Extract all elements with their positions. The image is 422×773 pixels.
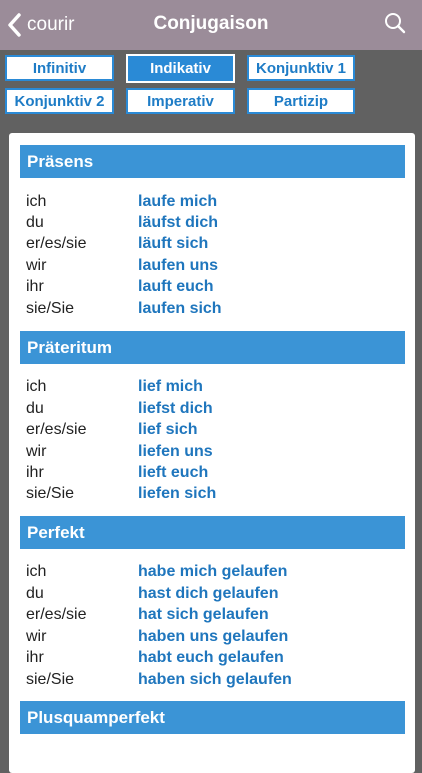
section-header-prateritum: Präteritum — [20, 331, 405, 364]
pronoun: du — [26, 399, 44, 417]
tab-konjunktiv-1[interactable]: Konjunktiv 1 — [247, 55, 355, 81]
section-header-plusquamperfekt: Plusquamperfekt — [20, 701, 405, 734]
pronoun: sie/Sie — [26, 484, 75, 502]
conjugation-row: sie/Sie liefen sich — [26, 483, 406, 504]
conjugation-row: du hast dich gelaufen — [26, 583, 406, 604]
conjugation-row: ich habe mich gelaufen — [26, 561, 406, 582]
section-header-prasens: Präsens — [20, 145, 405, 178]
nav-bar: courir Conjugaison — [0, 0, 422, 50]
search-button[interactable] — [384, 12, 406, 39]
pronoun: wir — [26, 627, 47, 645]
conjugation-row: wir laufen uns — [26, 255, 406, 276]
conjugation-row: du läufst dich — [26, 212, 406, 233]
verb-form: habe mich gelaufen — [138, 562, 288, 580]
pronoun: sie/Sie — [26, 670, 75, 688]
pronoun: ich — [26, 377, 47, 395]
conjugation-row: sie/Sie laufen sich — [26, 298, 406, 319]
pronoun: du — [26, 584, 44, 602]
verb-form: habt euch gelaufen — [138, 648, 284, 666]
pronoun: er/es/sie — [26, 420, 87, 438]
conjugation-row: ihr habt euch gelaufen — [26, 647, 406, 668]
conjugation-row: ihr lauft euch — [26, 276, 406, 297]
verb-form: haben sich gelaufen — [138, 670, 292, 688]
conjugation-row: er/es/sie läuft sich — [26, 233, 406, 254]
pronoun: wir — [26, 442, 47, 460]
pronoun: er/es/sie — [26, 605, 87, 623]
pronoun: er/es/sie — [26, 234, 87, 252]
pronoun: wir — [26, 256, 47, 274]
conjugation-row: er/es/sie lief sich — [26, 419, 406, 440]
verb-form: lauft euch — [138, 277, 214, 295]
conjugation-row: ich lief mich — [26, 376, 406, 397]
conjugation-row: ihr lieft euch — [26, 462, 406, 483]
verb-form: laufen uns — [138, 256, 219, 274]
pronoun: ihr — [26, 463, 44, 481]
tab-infinitiv[interactable]: Infinitiv — [5, 55, 114, 81]
verb-form: lief sich — [138, 420, 198, 438]
tab-indikativ[interactable]: Indikativ — [126, 54, 235, 83]
verb-form: läuft sich — [138, 234, 209, 252]
section-header-perfekt: Perfekt — [20, 516, 405, 549]
pronoun: du — [26, 213, 44, 231]
verb-form: läufst dich — [138, 213, 219, 231]
conjugation-row: ich laufe mich — [26, 191, 406, 212]
verb-form: liefst dich — [138, 399, 213, 417]
verb-form: hast dich gelaufen — [138, 584, 279, 602]
pronoun: ihr — [26, 648, 44, 666]
mode-tabs: Infinitiv Indikativ Konjunktiv 1 Konjunk… — [0, 50, 422, 125]
verb-form: liefen uns — [138, 442, 213, 460]
conjugation-row: sie/Sie haben sich gelaufen — [26, 669, 406, 690]
pronoun: ich — [26, 192, 47, 210]
search-icon — [385, 13, 406, 34]
pronoun: sie/Sie — [26, 299, 75, 317]
tab-imperativ[interactable]: Imperativ — [126, 88, 235, 114]
conjugation-row: wir liefen uns — [26, 441, 406, 462]
conjugation-panel: Präsens ich laufe mich du läufst dich er/e… — [9, 133, 415, 773]
tab-konjunktiv-2[interactable]: Konjunktiv 2 — [5, 88, 114, 114]
conjugation-row: du liefst dich — [26, 398, 406, 419]
verb-form: haben uns gelaufen — [138, 627, 289, 645]
verb-form: laufen sich — [138, 299, 222, 317]
tab-partizip[interactable]: Partizip — [247, 88, 355, 114]
verb-form: lief mich — [138, 377, 203, 395]
pronoun: ich — [26, 562, 47, 580]
verb-form: liefen sich — [138, 484, 217, 502]
verb-form: lieft euch — [138, 463, 209, 481]
verb-form: hat sich gelaufen — [138, 605, 269, 623]
conjugation-row: wir haben uns gelaufen — [26, 626, 406, 647]
conjugation-row: er/es/sie hat sich gelaufen — [26, 604, 406, 625]
verb-form: laufe mich — [138, 192, 218, 210]
page-title: Conjugaison — [153, 13, 269, 34]
pronoun: ihr — [26, 277, 44, 295]
